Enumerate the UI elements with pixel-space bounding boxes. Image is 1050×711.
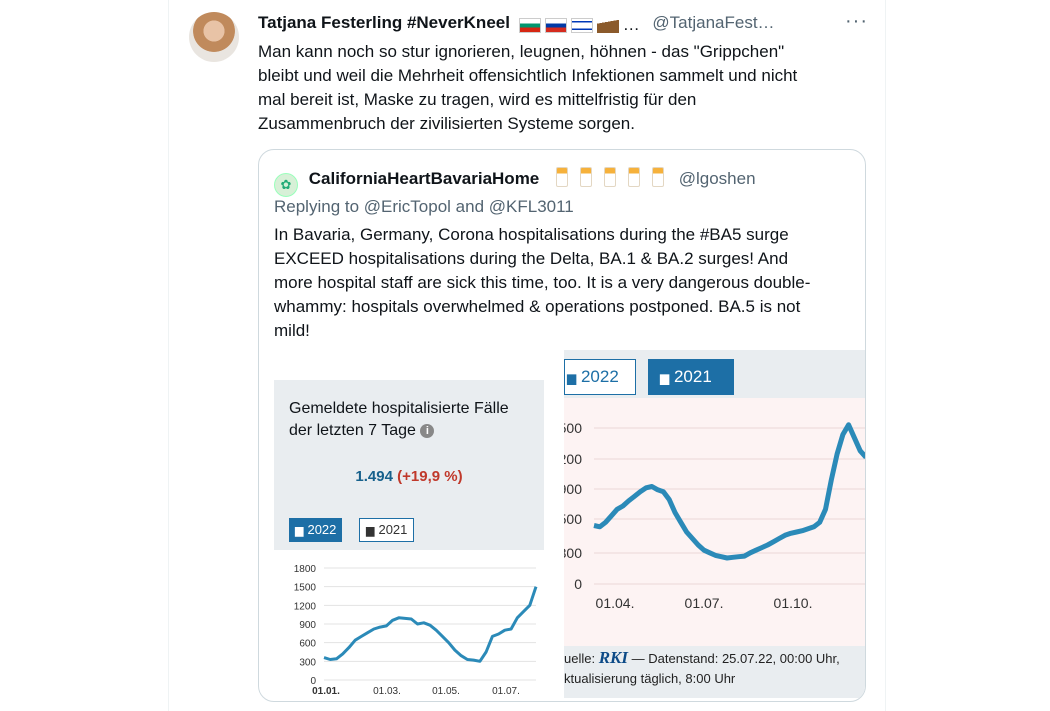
quote-text-line: more hospital staff are sick this time, …: [274, 273, 811, 292]
quote-media-image[interactable]: Gemeldete hospitalisierte Fälle der letz…: [274, 350, 865, 698]
right-chart-panel: ▆ 2022 ▆ 2021 500 200 900 500 300 0 01.04. 01.0…: [559, 350, 865, 698]
quote-text-line: whammy: hospitals overwhelmed & operatio…: [274, 297, 801, 316]
replying-to[interactable]: Replying to @EricTopol and @KFL3011: [274, 197, 574, 217]
value-number: 1.494: [355, 468, 393, 485]
quote-header: ✿ CaliforniaHeartBavariaHome @lgoshen: [274, 167, 756, 197]
y-tick-label: 300: [564, 545, 582, 561]
bulgaria-flag-icon: [518, 18, 541, 34]
x-tick-label: 01.10.: [774, 595, 813, 611]
quote-text-line: In Bavaria, Germany, Corona hospitalisat…: [274, 225, 789, 244]
tweet-text-line: bleibt und weil die Mehrheit offensichtl…: [258, 66, 798, 85]
rki-logo: RKI: [598, 648, 628, 667]
x-tick-label: 01.07.: [492, 686, 520, 697]
year-2021-label: 2021: [378, 522, 408, 537]
author-handle[interactable]: @TatjanaFest…: [652, 13, 774, 32]
quote-text: In Bavaria, Germany, Corona hospitalisat…: [274, 223, 854, 343]
source-date: — Datenstand: 25.07.22, 00:00 Uhr,: [631, 651, 840, 666]
candle-icon: [580, 167, 592, 187]
left-panel-value: 1.494 (+19,9 %): [274, 468, 544, 485]
x-tick-label: 01.03.: [373, 686, 401, 697]
quote-text-line: mild!: [274, 321, 310, 340]
tweet-text: Man kann noch so stur ignorieren, leugne…: [258, 40, 858, 136]
y-tick-label: 1200: [294, 601, 317, 612]
year-2022-button[interactable]: ▆ 2022: [564, 359, 636, 395]
left-chart: 1800 1500 1200 900 600 300 0 01.01. 01.03. 01.05.…: [274, 550, 544, 698]
russia-flag-icon: [544, 18, 567, 34]
candle-icon: [652, 167, 664, 187]
quote-author-name[interactable]: CaliforniaHeartBavariaHome: [309, 169, 540, 188]
tweet-header: Tatjana Festerling #NeverKneel … @Tatjan…: [258, 13, 775, 35]
israel-flag-icon: [570, 18, 593, 34]
y-tick-label: 900: [299, 620, 316, 631]
quote-text-line: EXCEED hospitalisations during the Delta…: [274, 249, 789, 268]
y-tick-label: 500: [564, 511, 582, 527]
candle-icon: [604, 167, 616, 187]
right-chart: 500 200 900 500 300 0 01.04. 01.07. 01.10.: [559, 398, 865, 646]
x-tick-label: 01.01.: [312, 686, 340, 697]
author-avatar[interactable]: [189, 12, 239, 62]
author-name[interactable]: Tatjana Festerling #NeverKneel: [258, 13, 510, 32]
y-tick-label: 600: [299, 639, 316, 650]
tweet-text-line: Zusammenbruch der zivilisierten Systeme …: [258, 114, 635, 133]
y-tick-label: 900: [564, 481, 582, 497]
year-2022-button[interactable]: ▆ 2022: [289, 518, 343, 542]
left-panel-title: Gemeldete hospitalisierte Fälle der letz…: [289, 398, 529, 442]
quote-avatar[interactable]: ✿: [274, 173, 298, 197]
tweet-text-line: mal bereit ist, Maske zu tragen, wird es…: [258, 90, 697, 109]
year-2021-button[interactable]: ▆ 2021: [648, 359, 734, 395]
volcano-icon: [596, 18, 619, 34]
flag-emojis: …: [518, 15, 640, 35]
tweet-text-line: Man kann noch so stur ignorieren, leugne…: [258, 42, 785, 61]
candle-icon: [556, 167, 568, 187]
year-2022-label: 2022: [307, 522, 337, 537]
x-tick-label: 01.04.: [596, 595, 635, 611]
chart-icon: ▆: [567, 371, 577, 385]
y-tick-label: 1500: [294, 583, 317, 594]
value-change: (+19,9 %): [397, 468, 463, 485]
year-2022-label: 2022: [580, 367, 619, 386]
y-tick-label: 500: [564, 420, 582, 436]
left-chart-svg: 180015001200900600300001.01. 01.03. 01.05.…: [294, 564, 538, 697]
candle-icon: [628, 167, 640, 187]
info-icon: i: [420, 424, 435, 438]
chart-icon: ▆: [660, 371, 670, 385]
y-tick-label: 300: [299, 657, 316, 668]
quote-author-handle[interactable]: @lgoshen: [679, 169, 756, 188]
x-tick-label: 01.07.: [685, 595, 724, 611]
year-2021-label: 2021: [673, 367, 712, 386]
source-note: uelle: RKI — Datenstand: 25.07.22, 00:00…: [564, 648, 840, 689]
source-update-note: ktualisierung täglich, 8:00 Uhr: [564, 671, 736, 686]
year-2021-button[interactable]: ▆ 2021: [359, 518, 415, 542]
more-options-icon[interactable]: ···: [845, 10, 868, 33]
y-tick-label: 0: [574, 576, 582, 592]
quoted-tweet[interactable]: ✿ CaliforniaHeartBavariaHome @lgoshen Re…: [258, 149, 866, 702]
right-chart-svg: 500 200 900 500 300 0 01.04. 01.07. 01.10.: [559, 420, 865, 611]
y-tick-label: 1800: [294, 564, 317, 575]
chart-icon: ▆: [366, 525, 375, 537]
source-prefix: uelle:: [564, 651, 596, 666]
y-tick-label: 200: [564, 451, 582, 467]
series-line: [593, 422, 865, 561]
left-chart-panel: Gemeldete hospitalisierte Fälle der letz…: [274, 380, 544, 698]
x-tick-label: 01.05.: [432, 686, 460, 697]
chart-icon: ▆: [295, 525, 304, 537]
left-panel-title-text: Gemeldete hospitalisierte Fälle der letz…: [289, 400, 509, 439]
